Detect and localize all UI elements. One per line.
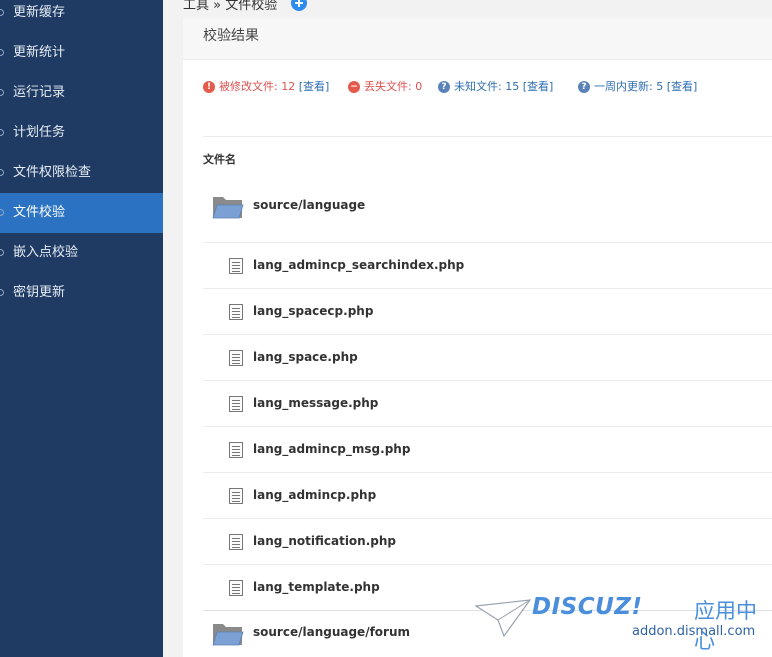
sidebar-item-update-cache[interactable]: 更新缓存 [0, 0, 163, 33]
file-row[interactable]: lang_admincp_msg.php [203, 426, 772, 472]
view-weekly-link[interactable]: [查看] [667, 80, 698, 93]
file-name: lang_message.php [253, 396, 379, 410]
error-icon: ! [203, 81, 215, 93]
watermark-brand: DISCUZ! [532, 594, 643, 620]
sidebar-item-key-update[interactable]: 密钥更新 [0, 273, 163, 313]
minus-icon: − [348, 81, 360, 93]
bullet-icon [0, 89, 4, 96]
folder-row[interactable]: source/language [203, 184, 772, 230]
file-icon [229, 442, 243, 458]
breadcrumb: 工具 » 文件校验 [183, 0, 278, 13]
panel-title: 校验结果 [203, 28, 259, 44]
topbar: 工具 » 文件校验 [163, 0, 772, 18]
sidebar-item-label: 运行记录 [13, 85, 66, 100]
file-row[interactable]: lang_space.php [203, 334, 772, 380]
paper-plane-icon [474, 599, 532, 638]
sidebar-item-update-stats[interactable]: 更新统计 [0, 33, 163, 73]
sidebar-item-file-check[interactable]: 文件校验 [0, 193, 163, 233]
file-icon [229, 534, 243, 550]
watermark: DISCUZ! 应用中心 addon.dismall.com [474, 594, 770, 654]
bullet-icon [0, 169, 4, 176]
sidebar-item-label: 更新统计 [13, 45, 66, 60]
bullet-icon [0, 209, 4, 216]
file-name: lang_notification.php [253, 534, 397, 548]
stat-label: 被修改文件: 12 [219, 80, 296, 93]
bullet-icon [0, 9, 4, 16]
divider [203, 136, 772, 137]
folder-path: source/language [253, 198, 366, 212]
watermark-url: addon.dismall.com [632, 624, 756, 639]
file-icon [229, 488, 243, 504]
sidebar-item-label: 文件权限检查 [13, 165, 92, 180]
sidebar: 更新缓存 更新统计 运行记录 计划任务 文件权限检查 文件校验 嵌入点校验 密钥… [0, 0, 163, 657]
bullet-icon [0, 289, 4, 296]
sidebar-item-label: 计划任务 [13, 125, 66, 140]
result-panel: 校验结果 ! 被修改文件: 12 [查看] − 丢失文件: 0 ? 未知文件: … [183, 18, 772, 657]
sidebar-item-label: 文件校验 [13, 205, 66, 220]
file-name: lang_template.php [253, 580, 380, 594]
sidebar-item-label: 更新缓存 [13, 5, 66, 20]
file-name: lang_space.php [253, 350, 358, 364]
view-unknown-link[interactable]: [查看] [523, 80, 554, 93]
sidebar-item-label: 密钥更新 [13, 285, 66, 300]
file-icon [229, 258, 243, 274]
sidebar-item-run-log[interactable]: 运行记录 [0, 73, 163, 113]
folder-icon [212, 197, 244, 219]
file-row[interactable]: lang_notification.php [203, 518, 772, 564]
file-name: lang_admincp.php [253, 488, 377, 502]
file-name: lang_spacecp.php [253, 304, 374, 318]
file-icon [229, 350, 243, 366]
file-name: lang_admincp_msg.php [253, 442, 411, 456]
column-header-filename: 文件名 [203, 153, 236, 166]
folder-icon [212, 624, 244, 646]
sidebar-item-file-perms[interactable]: 文件权限检查 [0, 153, 163, 193]
file-row[interactable]: lang_admincp.php [203, 472, 772, 518]
add-icon[interactable] [291, 0, 307, 11]
folder-path: source/language/forum [253, 625, 411, 639]
sidebar-item-cron[interactable]: 计划任务 [0, 113, 163, 153]
stat-label: 未知文件: 15 [454, 80, 520, 93]
bullet-icon [0, 129, 4, 136]
file-icon [229, 304, 243, 320]
file-row[interactable]: lang_spacecp.php [203, 288, 772, 334]
stat-label: 一周内更新: 5 [594, 80, 664, 93]
stat-label: 丢失文件: 0 [364, 80, 423, 93]
file-name: lang_admincp_searchindex.php [253, 258, 465, 272]
view-modified-link[interactable]: [查看] [299, 80, 330, 93]
file-icon [229, 396, 243, 412]
file-row[interactable]: lang_message.php [203, 380, 772, 426]
sidebar-item-label: 嵌入点校验 [13, 245, 79, 260]
sidebar-item-hook-check[interactable]: 嵌入点校验 [0, 233, 163, 273]
bullet-icon [0, 49, 4, 56]
question-icon: ? [438, 81, 450, 93]
bullet-icon [0, 249, 4, 256]
question-icon: ? [578, 81, 590, 93]
file-icon [229, 580, 243, 596]
file-row[interactable]: lang_admincp_searchindex.php [203, 242, 772, 288]
panel-header: 校验结果 [183, 18, 772, 60]
